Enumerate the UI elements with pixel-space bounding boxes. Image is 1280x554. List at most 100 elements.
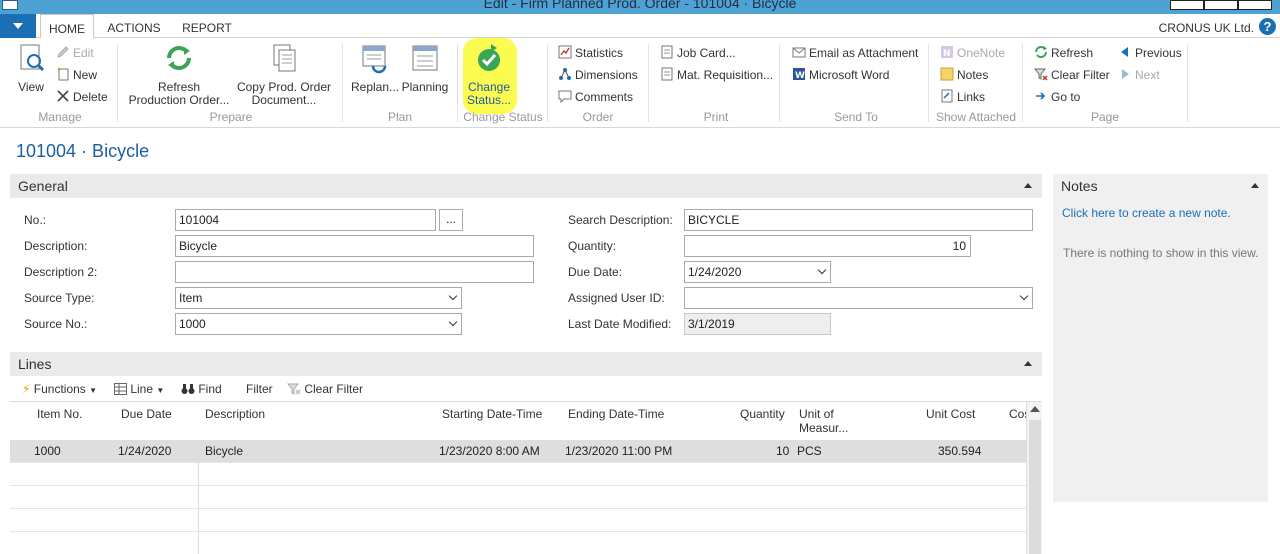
clear-filter-label: Clear Filter <box>1051 68 1110 82</box>
table-row-empty[interactable] <box>10 532 1026 554</box>
copy-prod-label-2: Document... <box>251 93 317 107</box>
col-description[interactable]: Description <box>205 407 265 421</box>
company-name[interactable]: CRONUS UK Ltd. <box>1159 17 1254 39</box>
replan-button[interactable]: Replan... <box>351 42 399 94</box>
notes-button[interactable]: Notes <box>940 66 988 84</box>
tab-actions[interactable]: ACTIONS <box>100 14 168 38</box>
refresh-production-order-button[interactable]: Refresh Production Order... <box>127 42 231 107</box>
change-status-label-2: Status... <box>466 93 512 107</box>
due-date-field[interactable]: 1/24/2020 <box>684 261 831 283</box>
cell-ending-date-time: 1/23/2020 11:00 PM <box>565 444 673 458</box>
go-to-button[interactable]: Go to <box>1034 88 1080 106</box>
col-quantity[interactable]: Quantity <box>740 407 785 421</box>
next-button[interactable]: Next <box>1118 66 1160 84</box>
statistics-label: Statistics <box>575 46 624 60</box>
source-type-select[interactable]: Item <box>175 287 462 309</box>
email-attachment-icon <box>792 47 806 58</box>
scroll-up-icon[interactable] <box>1030 406 1040 412</box>
table-row-empty[interactable] <box>10 486 1026 509</box>
ribbon-separator <box>342 44 343 122</box>
lines-section-header[interactable]: Lines <box>10 352 1042 376</box>
quantity-field[interactable]: 10 <box>684 235 971 257</box>
statistics-button[interactable]: Statistics <box>558 44 623 62</box>
functions-menu[interactable]: ⚡ Functions ▼ <box>22 381 97 399</box>
assist-edit-button[interactable]: ... <box>439 209 463 231</box>
functions-label: Functions <box>33 382 86 396</box>
collapse-icon[interactable] <box>1024 361 1032 366</box>
line-menu[interactable]: Line ▼ <box>114 381 164 399</box>
description2-field[interactable] <box>175 261 534 283</box>
scrollbar-thumb[interactable] <box>1029 420 1041 554</box>
collapse-icon[interactable] <box>1251 183 1259 188</box>
mat-requisition-button[interactable]: Mat. Requisition... <box>660 66 773 84</box>
previous-button[interactable]: Previous <box>1118 44 1182 62</box>
table-row[interactable]: 1000 1/24/2020 Bicycle 1/23/2020 8:00 AM… <box>10 440 1026 463</box>
col-ending-date-time[interactable]: Ending Date-Time <box>568 407 664 421</box>
description-field[interactable]: Bicycle <box>175 235 534 257</box>
comments-button[interactable]: Comments <box>558 88 633 106</box>
cell-quantity: 10 <box>776 444 790 458</box>
tab-report[interactable]: REPORT <box>176 14 238 38</box>
source-type-value: Item <box>179 291 203 305</box>
file-menu-button[interactable] <box>0 14 36 38</box>
new-label: New <box>73 68 98 82</box>
assigned-user-select[interactable] <box>684 287 1033 309</box>
refresh-button[interactable]: Refresh <box>1034 44 1093 62</box>
svg-text:N: N <box>943 49 951 59</box>
new-button[interactable]: New <box>56 66 97 84</box>
table-row-empty[interactable] <box>10 463 1026 486</box>
tab-home[interactable]: HOME <box>40 14 94 39</box>
create-note-link[interactable]: Click here to create a new note. <box>1062 206 1231 220</box>
edit-button[interactable]: Edit <box>56 44 94 62</box>
new-document-icon <box>57 67 69 81</box>
no-field[interactable]: 101004 <box>175 209 436 231</box>
help-icon[interactable]: ? <box>1259 18 1276 35</box>
cell-item-no: 1000 <box>34 444 61 458</box>
clear-filter-button[interactable]: Clear Filter <box>1034 66 1110 84</box>
search-description-field[interactable]: BICYCLE <box>684 209 1033 231</box>
job-card-button[interactable]: Job Card... <box>660 44 736 62</box>
notes-icon <box>940 67 954 81</box>
chevron-down-icon: ▼ <box>89 386 98 395</box>
copy-prod-order-document-button[interactable]: Copy Prod. Order Document... <box>234 42 334 107</box>
view-button[interactable]: View <box>12 42 50 94</box>
source-no-select[interactable]: 1000 <box>175 313 462 335</box>
dimensions-button[interactable]: Dimensions <box>558 66 638 84</box>
vertical-scrollbar[interactable] <box>1026 402 1042 554</box>
delete-button[interactable]: Delete <box>56 88 108 106</box>
lines-grid: Item No. Due Date Description Starting D… <box>10 401 1042 554</box>
maximize-button[interactable] <box>1204 0 1238 10</box>
close-button[interactable] <box>1238 0 1272 10</box>
planning-button[interactable]: Planning <box>401 42 449 94</box>
col-unit-cost[interactable]: Unit Cost <box>926 407 975 421</box>
refresh-icon <box>1035 46 1047 58</box>
links-icon <box>941 89 953 103</box>
lines-clear-filter-button[interactable]: Clear Filter <box>286 381 363 397</box>
change-status-button[interactable]: Change Status... <box>465 42 513 107</box>
ribbon-separator <box>648 44 649 122</box>
onenote-label: OneNote <box>957 46 1006 60</box>
filter-button[interactable]: Filter <box>246 381 273 397</box>
description-label: Description: <box>24 239 88 253</box>
find-button[interactable]: Find <box>181 381 222 397</box>
collapse-icon[interactable] <box>1024 183 1032 188</box>
col-unit-of-measure[interactable]: Unit of Measur... <box>799 407 848 435</box>
links-button[interactable]: Links <box>940 88 985 106</box>
table-row-empty[interactable] <box>10 509 1026 532</box>
notes-label: Notes <box>957 68 989 82</box>
due-date-value: 1/24/2020 <box>688 265 742 279</box>
ribbon-separator <box>547 44 548 122</box>
word-label: Microsoft Word <box>809 68 890 82</box>
col-due-date[interactable]: Due Date <box>121 407 172 421</box>
col-item-no[interactable]: Item No. <box>37 407 82 421</box>
microsoft-word-button[interactable]: W Microsoft Word <box>792 66 889 84</box>
email-as-attachment-button[interactable]: Email as Attachment <box>792 44 918 62</box>
col-starting-date-time[interactable]: Starting Date-Time <box>442 407 542 421</box>
minimize-button[interactable] <box>1170 0 1204 10</box>
group-label-send-to: Send To <box>834 110 878 124</box>
previous-label: Previous <box>1135 46 1182 60</box>
page-title: 101004 · Bicycle <box>16 141 150 161</box>
word-icon: W <box>793 68 805 81</box>
onenote-button[interactable]: N OneNote <box>940 44 1005 62</box>
general-section-header[interactable]: General <box>10 174 1042 198</box>
